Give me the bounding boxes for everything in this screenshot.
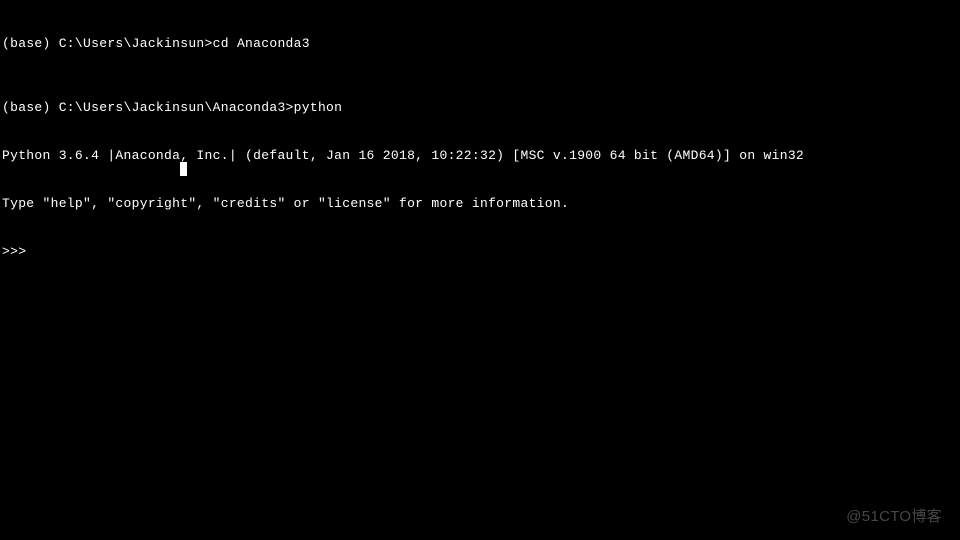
prompt-1: (base) C:\Users\Jackinsun> (2, 36, 213, 51)
python-repl-prompt[interactable]: >>> (2, 244, 958, 260)
terminal-output[interactable]: (base) C:\Users\Jackinsun>cd Anaconda3 (… (0, 0, 960, 280)
command-2: python (294, 100, 343, 115)
prompt-2: (base) C:\Users\Jackinsun\Anaconda3> (2, 100, 294, 115)
command-line-2: (base) C:\Users\Jackinsun\Anaconda3>pyth… (2, 100, 958, 116)
text-cursor (180, 162, 187, 176)
command-line-1: (base) C:\Users\Jackinsun>cd Anaconda3 (2, 36, 958, 52)
command-1: cd Anaconda3 (213, 36, 310, 51)
python-help-line: Type "help", "copyright", "credits" or "… (2, 196, 958, 212)
watermark-text: @51CTO博客 (846, 505, 942, 526)
python-version-line: Python 3.6.4 |Anaconda, Inc.| (default, … (2, 148, 958, 164)
